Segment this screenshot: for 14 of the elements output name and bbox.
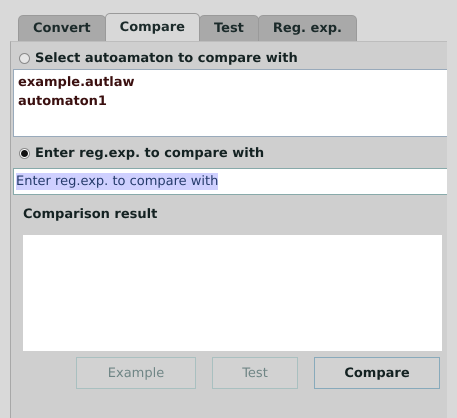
radio-button[interactable] xyxy=(19,52,30,64)
list-item[interactable]: example.autlaw xyxy=(18,73,135,92)
list-item[interactable]: automaton1 xyxy=(18,92,107,111)
result-label: Comparison result xyxy=(23,207,158,222)
field-text: Enter reg.exp. to compare with xyxy=(16,173,218,190)
tab[interactable]: Convert xyxy=(18,15,106,41)
button[interactable]: Compare xyxy=(314,357,440,389)
radio-label[interactable]: Select autoamaton to compare with xyxy=(35,50,298,66)
tab[interactable]: Reg. exp. xyxy=(258,15,357,41)
automaton-list[interactable]: example.autlaw automaton1 xyxy=(13,69,447,137)
tab[interactable]: Test xyxy=(198,15,259,41)
radio-button[interactable] xyxy=(19,148,30,158)
radio-label[interactable]: Enter reg.exp. to compare with xyxy=(35,146,264,160)
regexp-field[interactable]: Enter reg.exp. to compare with xyxy=(13,168,447,195)
